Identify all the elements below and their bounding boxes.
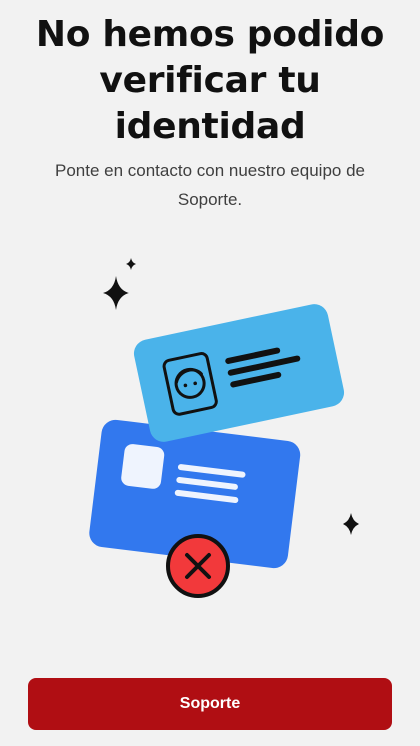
page-title: No hemos podido verificar tu identidad — [35, 14, 385, 147]
id-card-icon — [133, 304, 345, 442]
support-button[interactable]: Soporte — [28, 678, 392, 730]
sparkle-icon — [103, 276, 129, 310]
page-subtitle: Ponte en contacto con nuestro equipo de … — [54, 161, 365, 209]
error-x-icon — [166, 534, 230, 598]
sparkle-icon — [343, 513, 359, 535]
sparkle-icon — [126, 258, 136, 270]
identity-verification-failed-illustration — [89, 258, 359, 598]
bottom-action-bar: Soporte — [28, 678, 392, 730]
